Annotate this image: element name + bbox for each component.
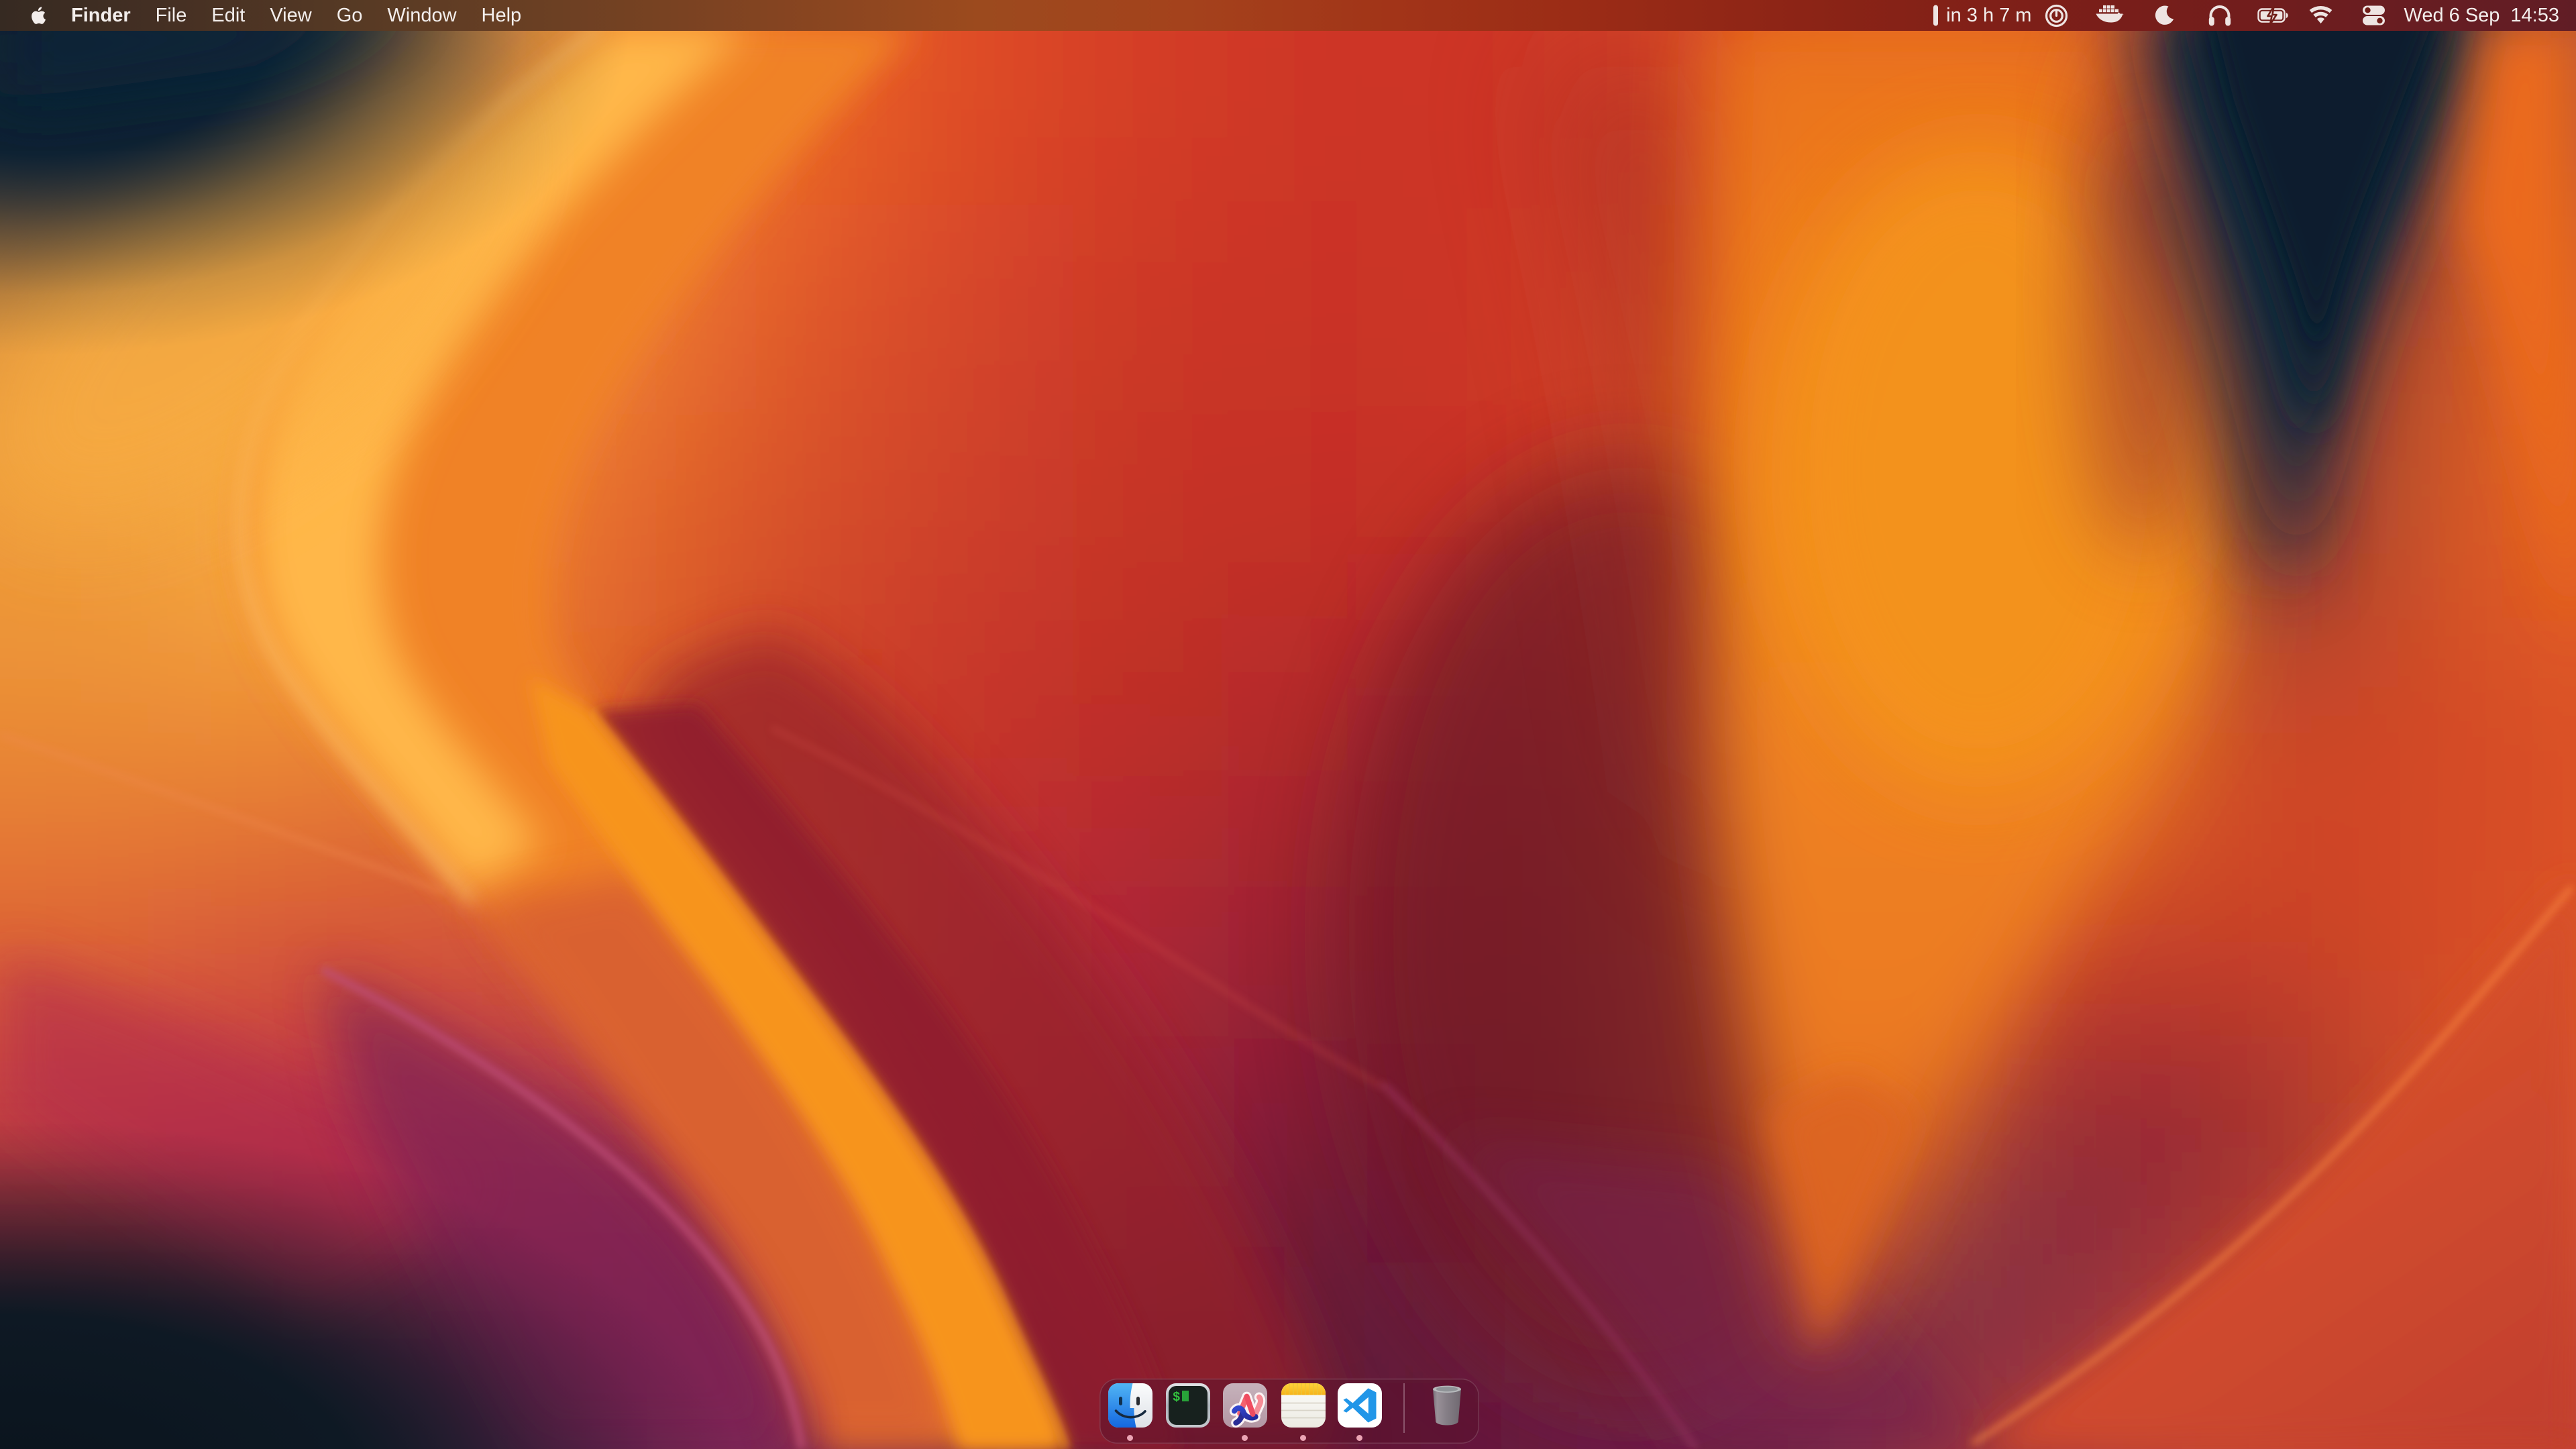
svg-text:$: $ bbox=[1173, 1390, 1180, 1405]
